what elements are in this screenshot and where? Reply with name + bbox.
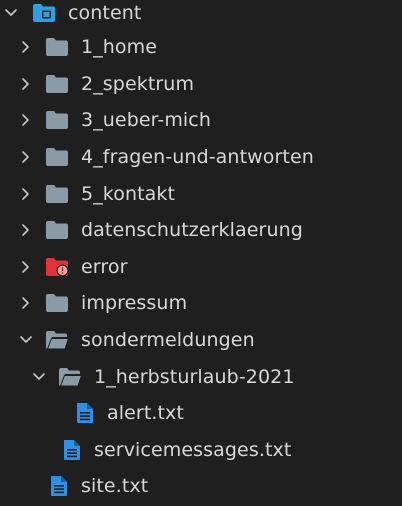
tree-item-1-home[interactable]: 1_home: [0, 29, 402, 65]
tree-item-error[interactable]: error: [0, 249, 402, 285]
file-explorer-tree: content 1_home 2_spektrum 3_ueber-mich 4…: [0, 0, 402, 506]
folder-icon: [46, 185, 68, 203]
text-file-icon: [64, 440, 80, 460]
tree-item-label: alert.txt: [107, 402, 184, 424]
tree-item-label: datenschutzerklaerung: [81, 219, 303, 241]
tree-item-label: sondermeldungen: [81, 329, 255, 351]
tree-item-label: site.txt: [81, 475, 149, 497]
folder-icon: [46, 75, 68, 93]
chevron-right-icon[interactable]: [18, 222, 34, 238]
tree-item-4-fragen-und-antworten[interactable]: 4_fragen-und-antworten: [0, 139, 402, 175]
chevron-right-icon[interactable]: [18, 186, 34, 202]
tree-item-label: content: [68, 2, 142, 24]
tree-item-servicemessages-txt[interactable]: servicemessages.txt: [0, 432, 402, 468]
chevron-right-icon[interactable]: [18, 295, 34, 311]
folder-icon: [46, 294, 68, 312]
text-file-icon: [51, 476, 67, 496]
tree-item-label: impressum: [81, 292, 188, 314]
folder-open-icon: [46, 331, 69, 350]
folder-icon: [46, 148, 68, 166]
tree-item-label: 4_fragen-und-antworten: [81, 146, 314, 168]
folder-error-icon: [46, 258, 69, 277]
tree-item-label: 1_home: [81, 36, 158, 58]
tree-item-2-spektrum[interactable]: 2_spektrum: [0, 66, 402, 102]
tree-item-impressum[interactable]: impressum: [0, 285, 402, 321]
tree-item-3-ueber-mich[interactable]: 3_ueber-mich: [0, 102, 402, 138]
folder-open-icon: [59, 368, 82, 387]
chevron-down-icon[interactable]: [3, 5, 19, 21]
tree-item-label: servicemessages.txt: [94, 439, 292, 461]
tree-item-label: 2_spektrum: [81, 73, 195, 95]
tree-item-site-txt[interactable]: site.txt: [0, 468, 402, 504]
chevron-down-icon[interactable]: [31, 369, 47, 385]
text-file-icon: [77, 403, 93, 423]
tree-item-label: 5_kontakt: [81, 183, 176, 205]
tree-item-1-herbsturlaub-2021[interactable]: 1_herbsturlaub-2021: [0, 359, 402, 395]
chevron-right-icon[interactable]: [18, 76, 34, 92]
folder-open-icon: [33, 4, 55, 22]
chevron-right-icon[interactable]: [18, 259, 34, 275]
tree-item-sondermeldungen[interactable]: sondermeldungen: [0, 322, 402, 358]
chevron-right-icon[interactable]: [18, 112, 34, 128]
folder-icon: [46, 111, 68, 129]
tree-item-label: 3_ueber-mich: [81, 109, 211, 131]
chevron-down-icon[interactable]: [18, 332, 34, 348]
tree-item-label: error: [81, 256, 128, 278]
chevron-right-icon[interactable]: [18, 149, 34, 165]
tree-item-5-kontakt[interactable]: 5_kontakt: [0, 176, 402, 212]
folder-icon: [46, 221, 68, 239]
tree-item-label: 1_herbsturlaub-2021: [94, 366, 295, 388]
chevron-right-icon[interactable]: [18, 39, 34, 55]
tree-item-alert-txt[interactable]: alert.txt: [0, 395, 402, 431]
folder-icon: [46, 38, 68, 56]
tree-item-content[interactable]: content: [0, 0, 402, 31]
tree-item-datenschutzerklaerung[interactable]: datenschutzerklaerung: [0, 212, 402, 248]
